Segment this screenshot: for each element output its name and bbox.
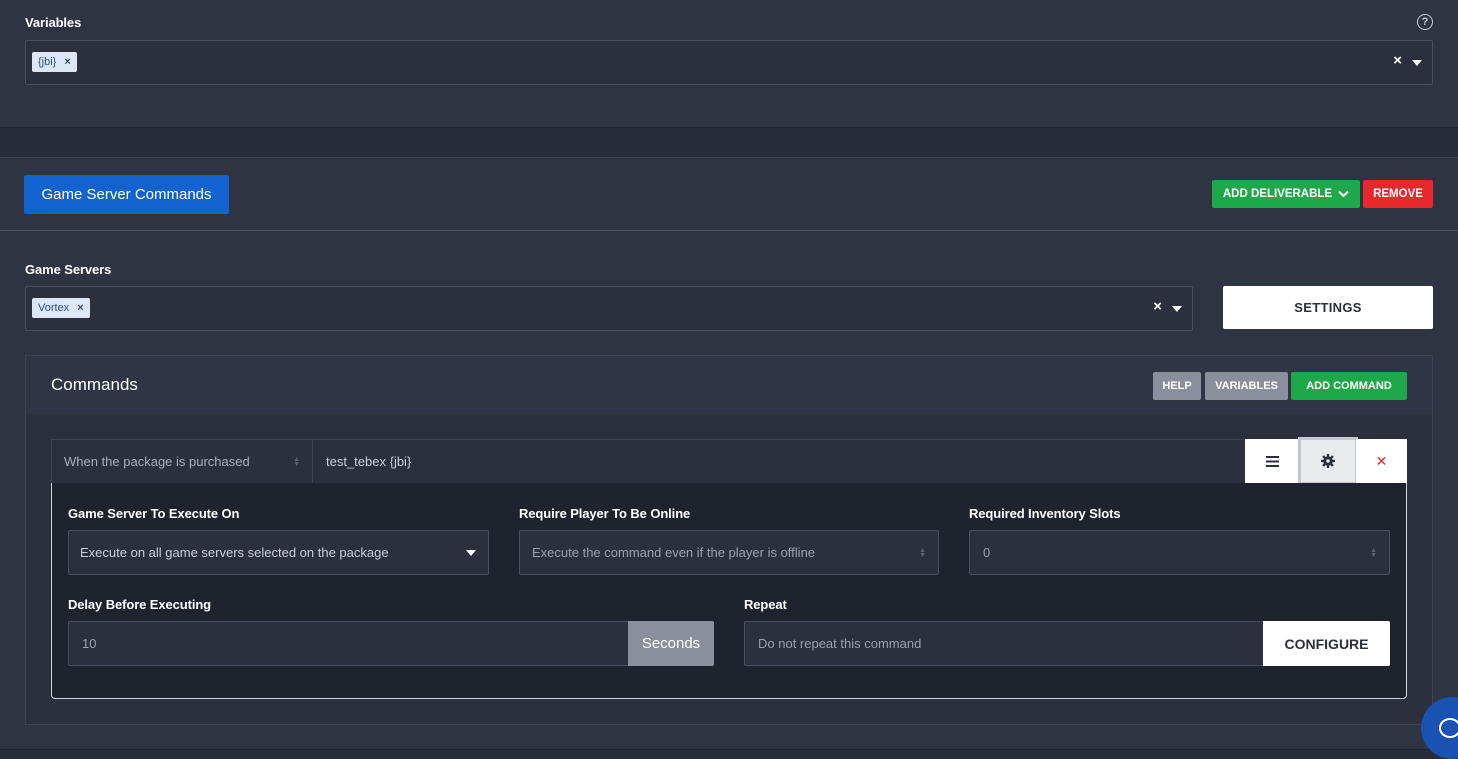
chevron-down-icon [466, 550, 476, 556]
command-settings-panel [51, 483, 1407, 699]
question-circle-icon[interactable]: ? [1417, 14, 1433, 30]
trigger-select-value: When the package is purchased [64, 454, 250, 469]
variable-tag: {jbi} × [32, 52, 77, 72]
remove-button[interactable]: REMOVE [1363, 180, 1433, 208]
variables-label: Variables [25, 15, 82, 30]
add-deliverable-button[interactable]: ADD DELIVERABLE [1212, 180, 1360, 208]
execute-on-label: Game Server To Execute On [68, 506, 240, 521]
game-server-commands-button[interactable]: Game Server Commands [24, 175, 229, 214]
slots-input[interactable]: 0 ▲ ▼ [969, 530, 1390, 575]
configure-button[interactable]: CONFIGURE [1263, 621, 1390, 666]
delay-input[interactable]: 10 [68, 621, 629, 666]
variables-button[interactable]: VARIABLES [1205, 372, 1288, 400]
chevron-down-icon [1338, 190, 1349, 198]
header-divider [0, 230, 1458, 231]
chat-widget[interactable] [1421, 697, 1458, 759]
add-command-button[interactable]: ADD COMMAND [1291, 372, 1407, 400]
clear-icon[interactable]: × [1153, 298, 1162, 315]
game-server-tag-label: Vortex [38, 302, 70, 314]
execute-on-value: Execute on all game servers selected on … [80, 545, 389, 560]
repeat-label: Repeat [744, 597, 787, 612]
close-icon[interactable]: ✕ [1356, 439, 1407, 484]
command-input[interactable]: test_tebex {jbi} [313, 440, 1245, 483]
clear-icon[interactable]: × [1393, 52, 1402, 69]
online-select[interactable]: Execute the command even if the player i… [519, 530, 939, 575]
stepper-arrows-icon[interactable]: ▲ ▼ [1370, 547, 1377, 559]
chat-bubble-icon [1439, 718, 1458, 738]
settings-button[interactable]: SETTINGS [1223, 286, 1433, 329]
variables-select[interactable]: {jbi} × × [25, 40, 1433, 85]
help-button[interactable]: HELP [1153, 372, 1201, 400]
section-divider [0, 749, 1458, 759]
execute-on-select[interactable]: Execute on all game servers selected on … [68, 530, 489, 575]
remove-tag-icon[interactable]: × [64, 52, 70, 72]
section-divider [0, 127, 1458, 158]
game-server-tag: Vortex × [32, 298, 90, 318]
chevron-down-icon[interactable] [1172, 306, 1182, 312]
gear-icon[interactable] [1298, 437, 1358, 485]
select-arrows-icon: ▲ ▼ [293, 455, 300, 468]
slots-value: 0 [983, 545, 991, 560]
delay-label: Delay Before Executing [68, 597, 212, 612]
game-servers-label: Game Servers [25, 262, 112, 277]
delay-unit-addon: Seconds [628, 621, 714, 666]
repeat-input[interactable]: Do not repeat this command [744, 621, 1264, 666]
remove-tag-icon[interactable]: × [77, 298, 83, 318]
commands-title: Commands [51, 375, 138, 394]
online-value: Execute the command even if the player i… [532, 545, 816, 560]
add-deliverable-label: ADD DELIVERABLE [1222, 188, 1333, 200]
trigger-select[interactable]: When the package is purchased ▲ ▼ [52, 440, 313, 483]
hamburger-icon[interactable] [1245, 439, 1300, 484]
variable-tag-label: {jbi} [38, 56, 57, 68]
slots-label: Required Inventory Slots [969, 506, 1121, 521]
chevron-down-icon[interactable] [1412, 60, 1422, 66]
online-label: Require Player To Be Online [519, 506, 691, 521]
select-arrows-icon: ▲ ▼ [919, 546, 926, 559]
game-servers-select[interactable]: Vortex × × [25, 286, 1193, 331]
